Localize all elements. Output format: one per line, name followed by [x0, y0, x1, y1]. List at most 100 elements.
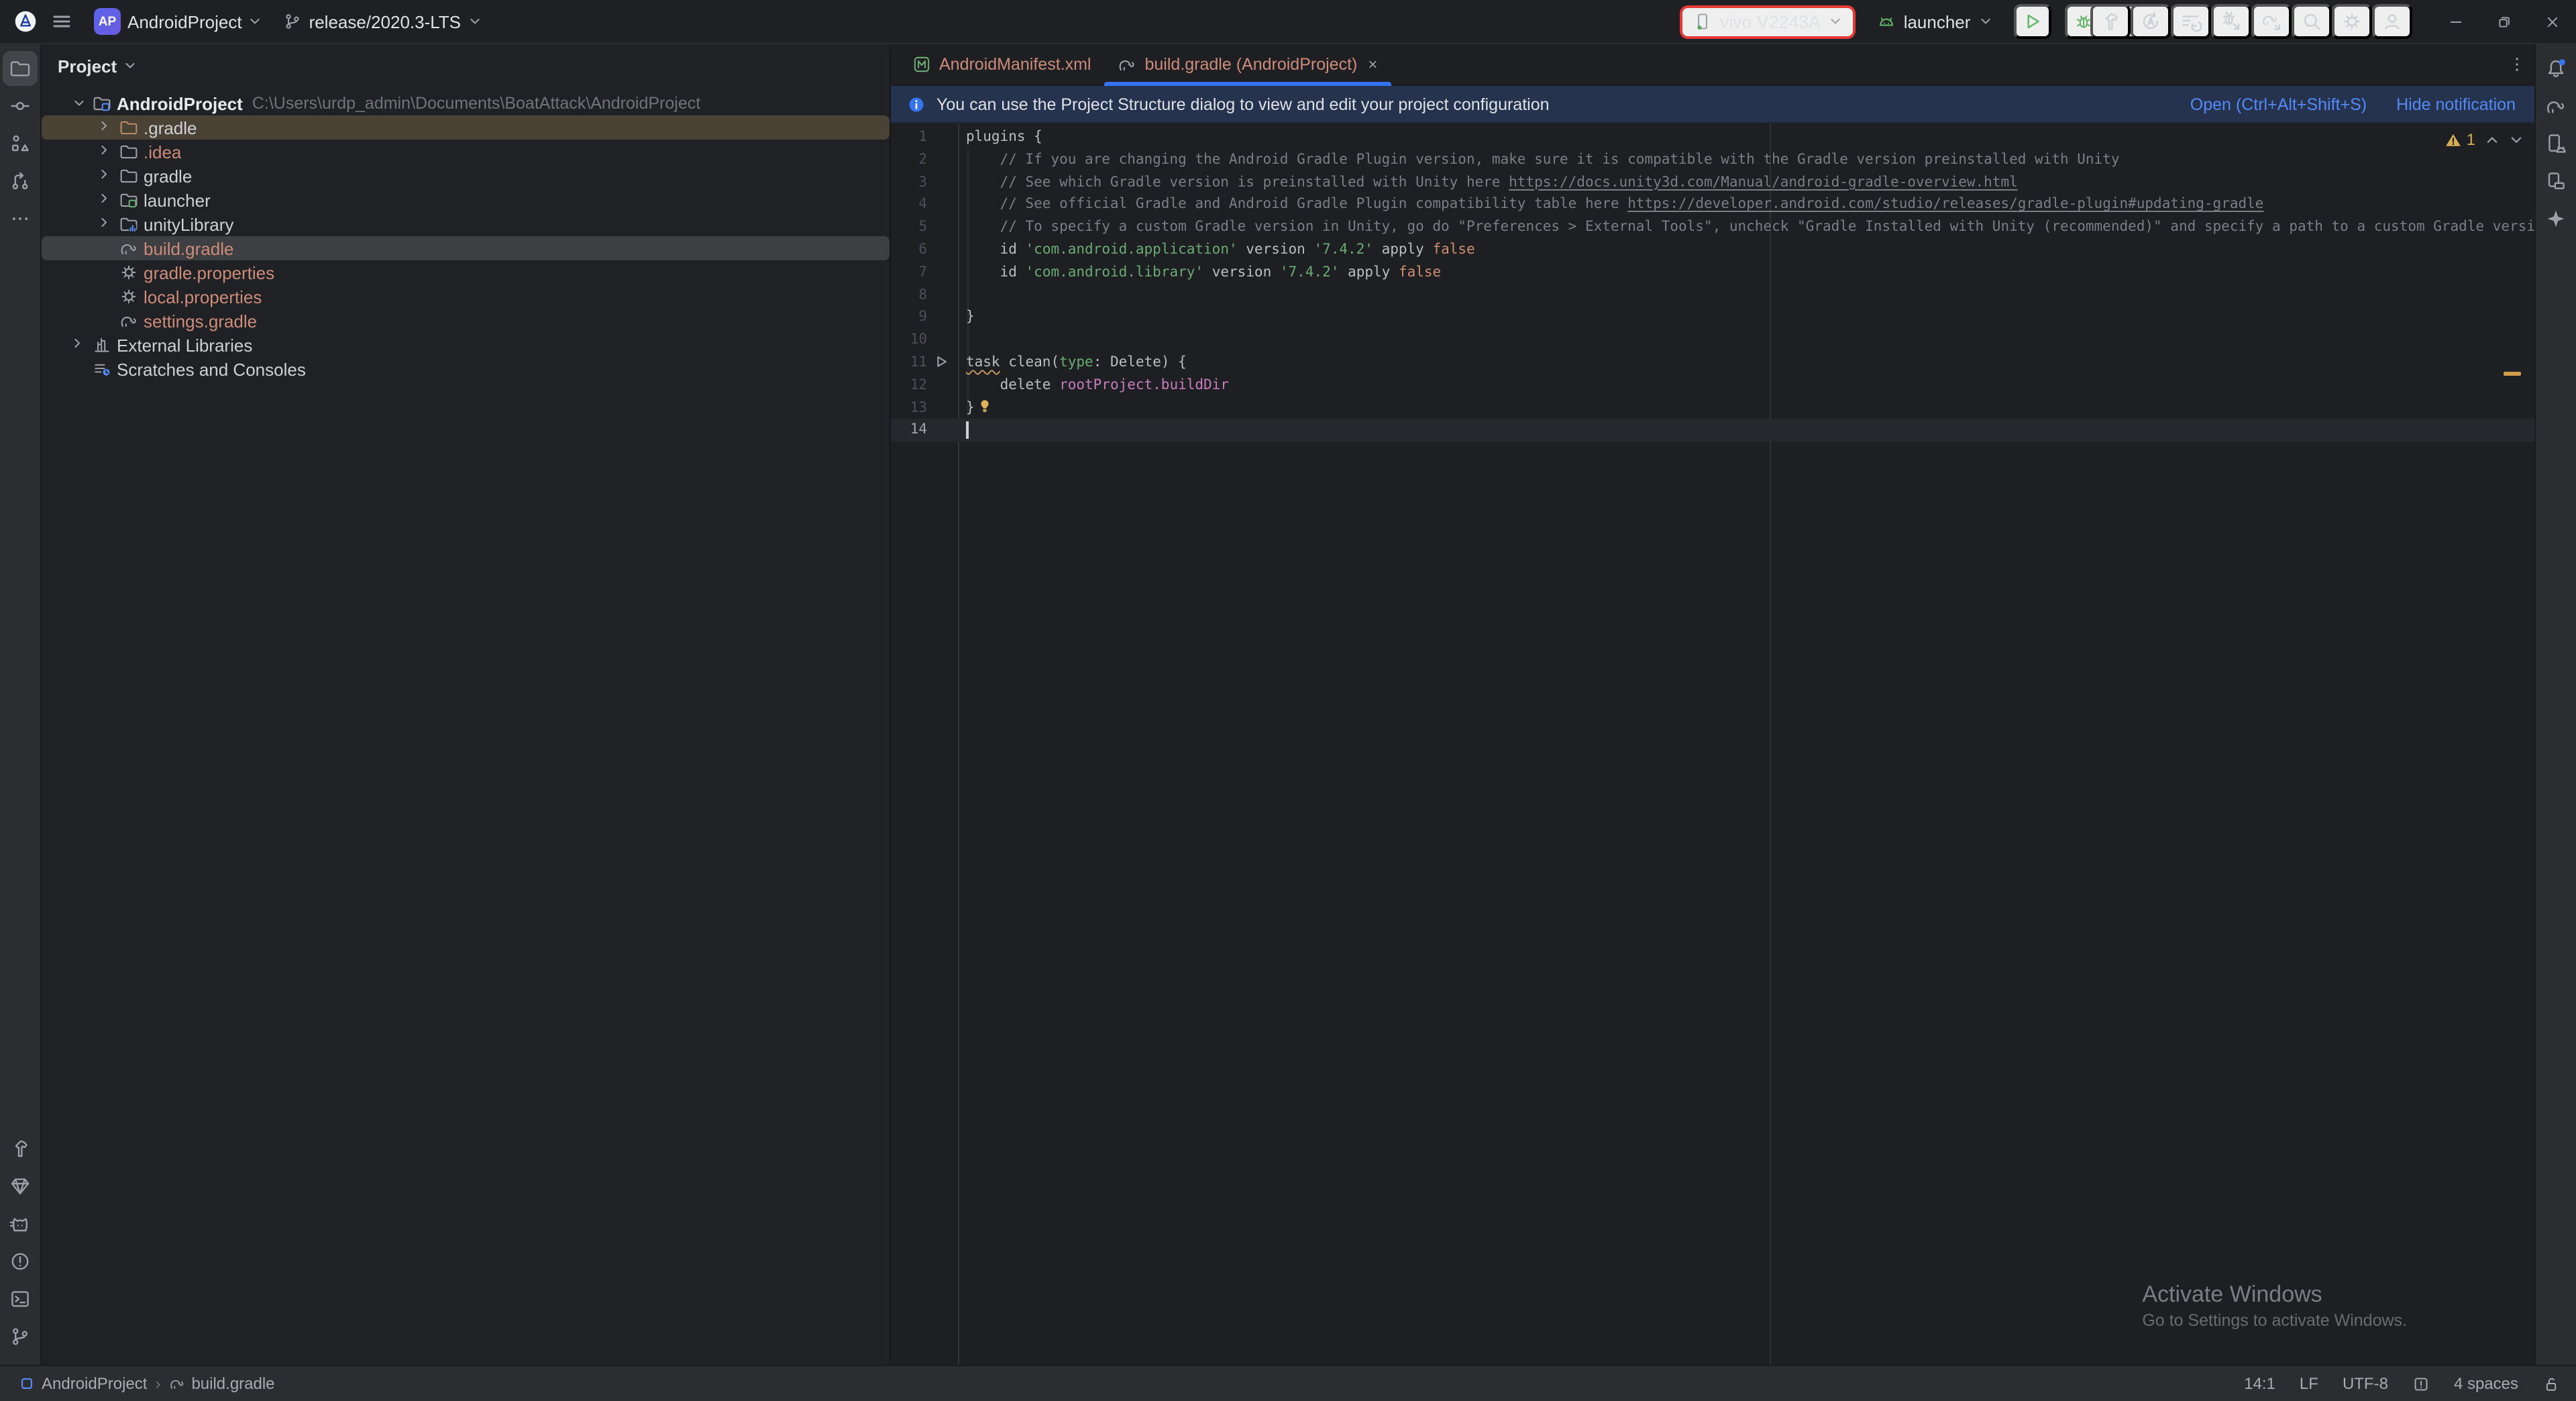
tool-stripe-problems-button[interactable] [3, 1244, 38, 1279]
tree-item-launcher[interactable]: launcher [42, 188, 890, 212]
gutter-line-3[interactable]: 3 [891, 171, 958, 194]
tool-stripe-version-control-button[interactable] [3, 1319, 38, 1354]
chevron-down-icon[interactable] [68, 97, 90, 110]
tool-stripe-pull-requests-button[interactable] [3, 164, 38, 199]
line-separator[interactable]: LF [2300, 1374, 2318, 1393]
tool-stripe-structure-button[interactable] [3, 126, 38, 161]
chevron-right-icon[interactable] [95, 169, 117, 183]
project-widget[interactable]: AP AndroidProject [86, 4, 270, 39]
search-button[interactable] [2292, 4, 2332, 39]
hamburger-icon [51, 11, 72, 32]
window-minimize-button[interactable] [2431, 0, 2479, 43]
settings-button[interactable] [2332, 4, 2372, 39]
build-hammer-button[interactable] [2090, 4, 2131, 39]
code-text [958, 329, 966, 352]
scrollbar-warning-mark[interactable] [2504, 372, 2521, 376]
profiler-button[interactable] [2211, 4, 2251, 39]
next-problem-icon[interactable] [2509, 132, 2524, 147]
code-editor[interactable]: 1plugins {2 // If you are changing the A… [891, 123, 2534, 1365]
gutter-line-9[interactable]: 9 [891, 307, 958, 329]
code-line-9: 9} [891, 307, 2534, 329]
tab-options-button[interactable] [2508, 44, 2526, 85]
inspections-widget[interactable]: 1 [2445, 130, 2524, 149]
tree-item-settings-gradle[interactable]: settings.gradle [42, 309, 890, 333]
tree-item-gradle-properties[interactable]: gradle.properties [42, 260, 890, 284]
account-button[interactable] [2372, 4, 2412, 39]
tool-stripe-logcat-button[interactable] [3, 1206, 38, 1241]
chevron-right-icon[interactable] [95, 145, 117, 158]
gutter-line-11[interactable]: 11 [891, 352, 958, 374]
tree-item--idea[interactable]: .idea [42, 140, 890, 164]
breadcrumb-item-androidproject[interactable]: AndroidProject [19, 1374, 147, 1393]
banner-open-link[interactable]: Open (Ctrl+Alt+Shift+S) [2190, 95, 2367, 113]
tree-item-androidproject[interactable]: AndroidProjectC:\Users\urdp_admin\Docume… [42, 91, 890, 115]
account-icon [2381, 11, 2403, 32]
file-encoding[interactable]: UTF-8 [2343, 1374, 2388, 1393]
main-menu-button[interactable] [43, 7, 80, 36]
gutter-line-5[interactable]: 5 [891, 216, 958, 239]
highlighting-level-icon[interactable] [2412, 1375, 2430, 1392]
gutter-line-2[interactable]: 2 [891, 149, 958, 172]
window-close-button[interactable] [2528, 0, 2576, 43]
line-number: 5 [891, 216, 958, 239]
tool-stripe-notifications-button[interactable] [2538, 51, 2573, 86]
recent-changes-button[interactable] [2171, 4, 2211, 39]
run-button[interactable] [2013, 4, 2051, 39]
chevron-right-icon[interactable] [95, 121, 117, 134]
tree-item-scratches-and-consoles[interactable]: Scratches and Consoles [42, 357, 890, 381]
indent-size[interactable]: 4 spaces [2454, 1374, 2518, 1393]
gutter-line-14[interactable]: 14 [891, 419, 958, 442]
banner-hide-link[interactable]: Hide notification [2396, 95, 2516, 113]
tab-close-icon[interactable]: × [1368, 55, 1377, 74]
tool-stripe-terminal-button[interactable] [3, 1282, 38, 1316]
tool-stripe-more-tool-windows-button[interactable] [3, 201, 38, 236]
line-number: 2 [891, 149, 958, 172]
lock-open-icon[interactable] [2542, 1375, 2560, 1392]
run-gutter-icon[interactable] [934, 354, 949, 377]
run-configuration-selector[interactable]: launcher [1869, 7, 2000, 36]
editor-tab-build-gradle-androidproject-[interactable]: build.gradle (AndroidProject)× [1105, 44, 1391, 85]
tree-item-local-properties[interactable]: local.properties [42, 284, 890, 309]
code-token: '7.4.2' [1313, 242, 1373, 258]
code-line-1: 1plugins { [891, 126, 2534, 149]
breadcrumb-item-build-gradle[interactable]: build.gradle [168, 1374, 274, 1393]
tree-item-external-libraries[interactable]: External Libraries [42, 333, 890, 357]
tool-stripe-app-quality-insights-button[interactable] [3, 1169, 38, 1204]
code-line-12: 12 delete rootProject.buildDir [891, 374, 2534, 397]
device-selector[interactable]: vivo V2243A [1680, 5, 1856, 38]
previous-problem-icon[interactable] [2485, 132, 2500, 147]
tool-stripe-gradle-button[interactable] [2538, 89, 2573, 123]
gutter-line-7[interactable]: 7 [891, 262, 958, 284]
tool-stripe-build-button[interactable] [3, 1131, 38, 1166]
gutter-line-8[interactable]: 8 [891, 284, 958, 307]
gradle-file-icon [168, 1376, 184, 1392]
gutter-line-12[interactable]: 12 [891, 374, 958, 397]
tree-item-gradle[interactable]: gradle [42, 164, 890, 188]
editor-tab-androidmanifest-xml[interactable]: AndroidManifest.xml [899, 44, 1105, 85]
chevron-right-icon[interactable] [95, 217, 117, 231]
tree-item--gradle[interactable]: .gradle [42, 115, 890, 140]
tree-item-build-gradle[interactable]: build.gradle [42, 236, 890, 260]
gutter-line-10[interactable]: 10 [891, 329, 958, 352]
sync-project-button[interactable] [2131, 4, 2171, 39]
caret-position[interactable]: 14:1 [2244, 1374, 2275, 1393]
project-badge: AP [94, 8, 121, 35]
tool-stripe-gemini-button[interactable] [2538, 201, 2573, 236]
gradle-sync-button[interactable] [2251, 4, 2292, 39]
gutter-line-1[interactable]: 1 [891, 126, 958, 149]
tool-stripe-running-devices-button[interactable] [2538, 126, 2573, 161]
tool-stripe-device-manager-button[interactable] [2538, 164, 2573, 199]
gutter-line-6[interactable]: 6 [891, 239, 958, 262]
tool-stripe-project-button[interactable] [3, 51, 38, 86]
gutter-line-4[interactable]: 4 [891, 194, 958, 217]
window-restore-button[interactable] [2479, 0, 2528, 43]
tree-item-label: gradle.properties [144, 262, 274, 282]
chevron-right-icon[interactable] [95, 193, 117, 207]
tree-item-unitylibrary[interactable]: unityLibrary [42, 212, 890, 236]
intention-lightbulb-icon[interactable] [977, 398, 994, 414]
tool-stripe-commit-button[interactable] [3, 89, 38, 123]
gutter-line-13[interactable]: 13 [891, 397, 958, 419]
vcs-branch-widget[interactable]: release/2020.3-LTS [276, 7, 489, 36]
chevron-right-icon[interactable] [68, 338, 90, 352]
project-view-header[interactable]: Project [42, 44, 890, 87]
